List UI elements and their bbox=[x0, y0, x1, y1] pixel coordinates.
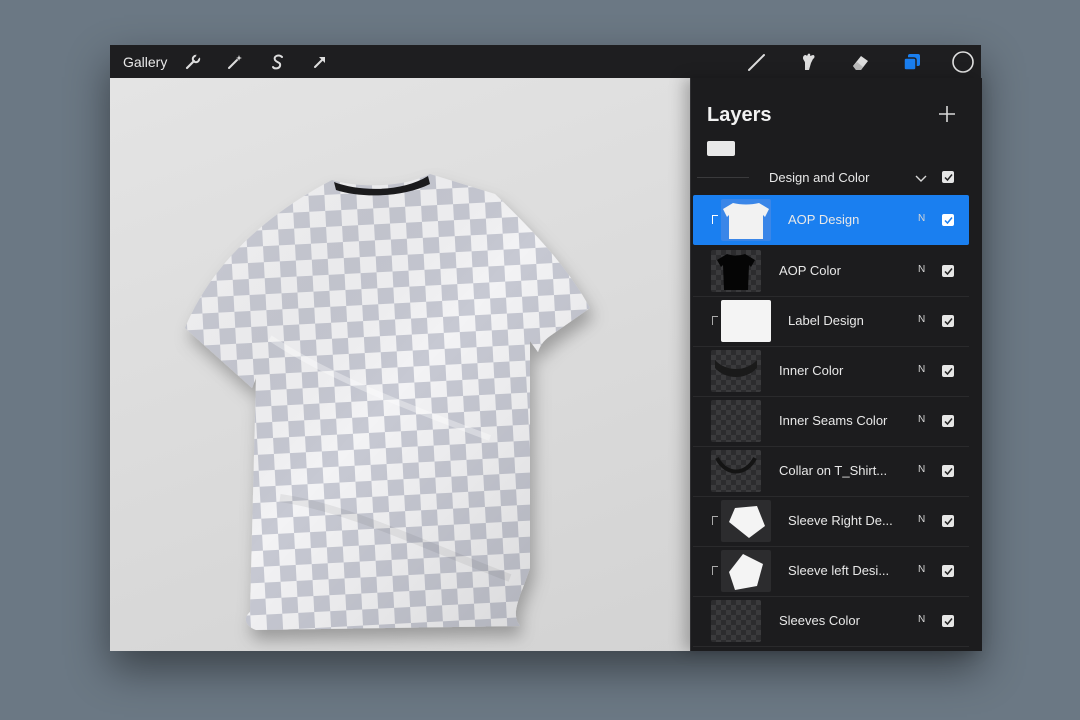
plus-icon[interactable] bbox=[935, 102, 959, 126]
layer-thumbnail bbox=[721, 199, 771, 241]
layer-visibility-checkbox[interactable] bbox=[942, 615, 954, 627]
layer-visibility-checkbox[interactable] bbox=[942, 415, 954, 427]
blend-mode[interactable]: N bbox=[918, 564, 925, 575]
layers-panel-title: Layers bbox=[707, 104, 772, 126]
clipping-mask-icon bbox=[712, 316, 718, 325]
brush-icon[interactable] bbox=[745, 50, 769, 74]
layer-name: Label Design bbox=[788, 313, 864, 328]
layers-panel: Layers Design and Color AOP Design N AOP… bbox=[690, 78, 982, 651]
layer-visibility-checkbox[interactable] bbox=[942, 214, 954, 226]
clipping-mask-icon bbox=[712, 215, 718, 224]
layer-thumbnail bbox=[711, 600, 761, 642]
wrench-icon[interactable] bbox=[181, 50, 205, 74]
tshirt-mockup bbox=[185, 174, 590, 630]
layer-thumbnail bbox=[711, 250, 761, 292]
layer-thumbnail bbox=[711, 400, 761, 442]
color-swatch-icon[interactable] bbox=[951, 50, 975, 74]
layer-row-sleeve-right-design[interactable]: Sleeve Right De... N bbox=[693, 496, 969, 547]
chevron-down-icon[interactable] bbox=[915, 171, 927, 189]
layer-group-row[interactable]: Design and Color bbox=[693, 160, 969, 195]
layer-thumbnail bbox=[711, 350, 761, 392]
layer-name: AOP Color bbox=[779, 263, 841, 278]
layer-visibility-checkbox[interactable] bbox=[942, 465, 954, 477]
layer-name: Collar on T_Shirt... bbox=[779, 463, 888, 478]
eraser-icon[interactable] bbox=[848, 50, 872, 74]
layer-visibility-checkbox[interactable] bbox=[942, 265, 954, 277]
layer-row-collar[interactable]: Collar on T_Shirt... N bbox=[693, 446, 969, 497]
layer-row-aop-color[interactable]: AOP Color N bbox=[693, 246, 969, 297]
layer-name: Inner Color bbox=[779, 363, 844, 378]
layer-row-aop-design[interactable]: AOP Design N bbox=[693, 195, 969, 245]
layer-name: Sleeve left Desi... bbox=[788, 563, 890, 578]
blend-mode[interactable]: N bbox=[918, 364, 925, 375]
blend-mode[interactable]: N bbox=[918, 514, 925, 525]
blend-mode[interactable]: N bbox=[918, 464, 925, 475]
gallery-button[interactable]: Gallery bbox=[123, 54, 167, 70]
group-visibility-checkbox[interactable] bbox=[942, 171, 954, 183]
procreate-window: Gallery Layers Design and Color AOP Desi… bbox=[110, 45, 982, 651]
layer-thumbnail bbox=[721, 500, 771, 542]
layer-visibility-checkbox[interactable] bbox=[942, 565, 954, 577]
layers-icon[interactable] bbox=[900, 50, 924, 74]
transform-arrow-icon[interactable] bbox=[308, 50, 332, 74]
group-divider bbox=[697, 177, 749, 178]
clipping-mask-icon bbox=[712, 566, 718, 575]
layer-row-label-design[interactable]: Label Design N bbox=[693, 296, 969, 347]
layer-visibility-checkbox[interactable] bbox=[942, 365, 954, 377]
layer-name: AOP Design bbox=[788, 212, 860, 227]
layer-row-inner-seams-color[interactable]: Inner Seams Color N bbox=[693, 396, 969, 447]
background-layer-chip[interactable] bbox=[707, 141, 735, 156]
smudge-icon[interactable] bbox=[796, 50, 820, 74]
layer-thumbnail bbox=[721, 300, 771, 342]
selection-s-icon[interactable] bbox=[266, 50, 290, 74]
layer-name: Inner Seams Color bbox=[779, 413, 888, 428]
layer-name: Sleeves Color bbox=[779, 613, 860, 628]
top-toolbar: Gallery bbox=[110, 45, 981, 78]
blend-mode[interactable]: N bbox=[918, 314, 925, 325]
layer-visibility-checkbox[interactable] bbox=[942, 315, 954, 327]
clipping-mask-icon bbox=[712, 516, 718, 525]
blend-mode[interactable]: N bbox=[918, 264, 925, 275]
layer-thumbnail bbox=[721, 550, 771, 592]
layer-visibility-checkbox[interactable] bbox=[942, 515, 954, 527]
layer-name: Sleeve Right De... bbox=[788, 513, 893, 528]
blend-mode[interactable]: N bbox=[918, 414, 925, 425]
magic-wand-icon[interactable] bbox=[223, 50, 247, 74]
drawing-canvas[interactable] bbox=[110, 78, 692, 651]
blend-mode[interactable]: N bbox=[918, 614, 925, 625]
layer-row-inner-color[interactable]: Inner Color N bbox=[693, 346, 969, 397]
layer-row-sleeves-color[interactable]: Sleeves Color N bbox=[693, 596, 969, 647]
blend-mode[interactable]: N bbox=[918, 213, 925, 224]
group-name: Design and Color bbox=[769, 170, 870, 185]
layer-thumbnail bbox=[711, 450, 761, 492]
layer-row-sleeve-left-design[interactable]: Sleeve left Desi... N bbox=[693, 546, 969, 597]
